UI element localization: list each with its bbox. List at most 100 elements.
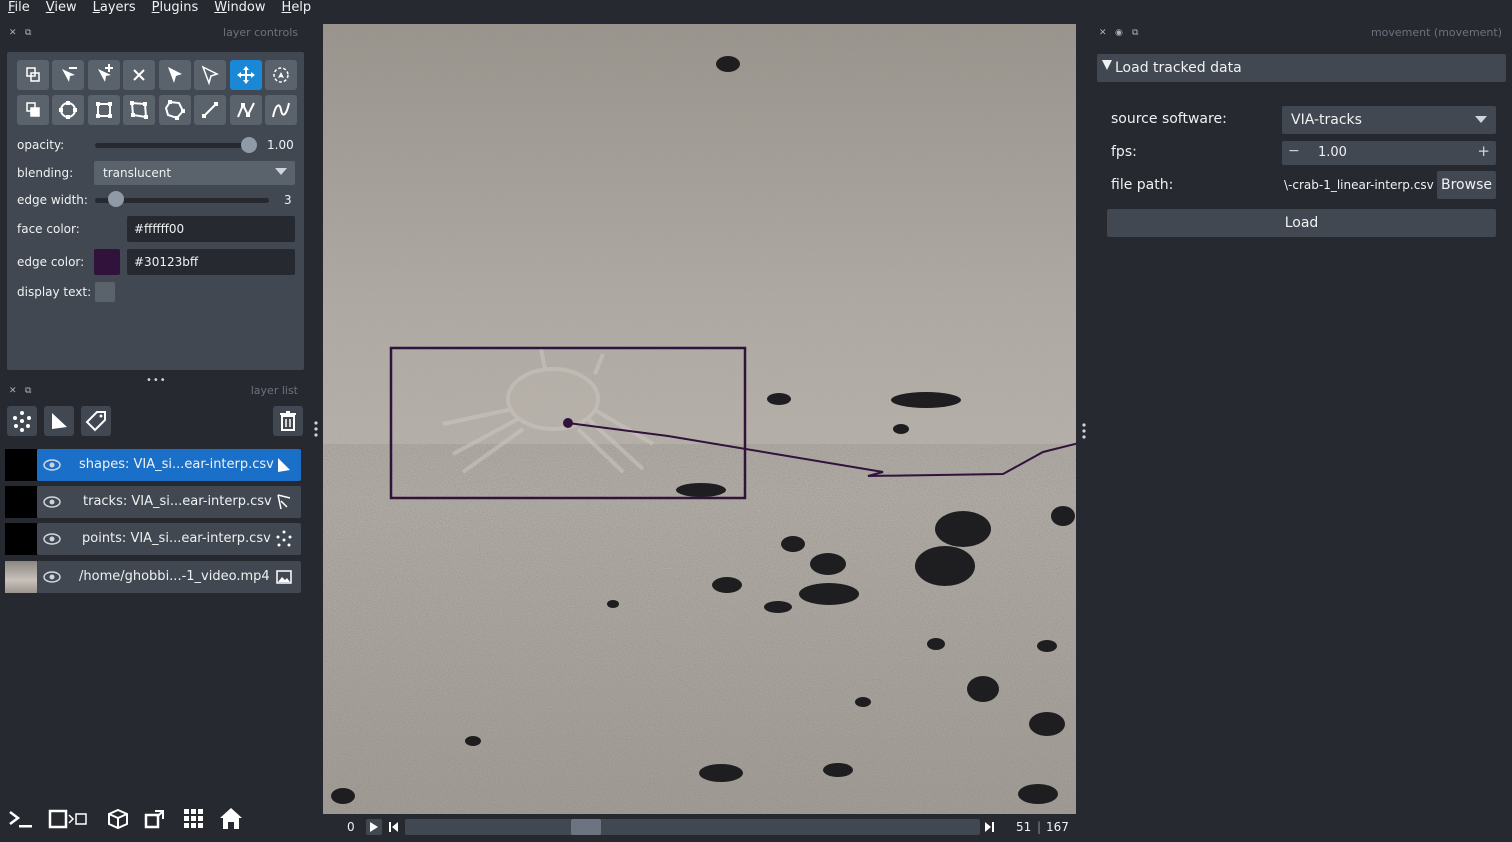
play-icon[interactable] — [366, 819, 382, 835]
dock-float-icon[interactable]: ⧉ — [25, 386, 31, 396]
decrement-icon[interactable]: − — [1288, 143, 1300, 159]
opacity-slider[interactable] — [95, 143, 255, 148]
delete-icon — [133, 69, 145, 81]
menu-layers[interactable]: Layers — [85, 0, 144, 18]
shapes-icon — [52, 413, 67, 429]
label-tag-icon — [85, 411, 106, 432]
load-button[interactable]: Load — [1107, 209, 1496, 237]
blending-dropdown[interactable]: translucent — [94, 161, 295, 185]
direct-select-tool[interactable] — [159, 60, 191, 90]
transpose-button[interactable] — [138, 802, 172, 836]
step-forward-icon[interactable] — [983, 819, 997, 835]
cube-icon — [108, 808, 128, 830]
add-rectangle-tool[interactable] — [88, 95, 120, 125]
browse-button[interactable]: Browse — [1437, 171, 1496, 199]
rectangle-icon — [96, 102, 112, 118]
edge-width-slider-handle[interactable] — [108, 191, 124, 207]
layer-row-tracks[interactable]: tracks: VIA_si...ear-interp.csv — [37, 486, 301, 518]
new-points-layer-button[interactable] — [7, 406, 37, 436]
dock-close-icon[interactable]: ✕ — [9, 28, 17, 38]
dock-hide-icon[interactable]: ◉ — [1115, 28, 1123, 38]
add-path-tool[interactable] — [230, 95, 262, 125]
dims-slider-bar: 0 51 | 167 — [323, 816, 1076, 838]
add-polyline-tool[interactable] — [265, 95, 297, 125]
menu-help[interactable]: Help — [274, 0, 320, 18]
dock-resize-handle[interactable] — [314, 421, 318, 437]
arrow-solid-icon — [168, 67, 182, 83]
load-tracked-data-section-header[interactable]: Load tracked data — [1097, 54, 1506, 82]
layer-name: /home/ghobbi...-1_video.mp4 — [79, 569, 270, 584]
fps-value: 1.00 — [1318, 145, 1347, 160]
home-icon — [220, 808, 242, 829]
collapse-triangle-icon — [1102, 60, 1112, 70]
console-button[interactable] — [4, 802, 38, 836]
layer-row-image[interactable]: /home/ghobbi...-1_video.mp4 — [37, 561, 301, 593]
frame-slider-track[interactable] — [405, 819, 980, 835]
layer-name: tracks: VIA_si...ear-interp.csv — [83, 494, 272, 509]
edge-color-label: edge color: — [17, 255, 85, 269]
menu-view[interactable]: View — [38, 0, 85, 18]
source-software-label: source software: — [1111, 111, 1227, 127]
square-2d-icon — [48, 809, 87, 829]
file-path-input[interactable]: \-crab-1_linear-interp.csv — [1282, 172, 1434, 198]
menu-file[interactable]: File — [0, 0, 38, 18]
reset-view-button[interactable] — [214, 802, 248, 836]
menu-plugins[interactable]: Plugins — [144, 0, 207, 18]
visibility-eye-icon[interactable] — [42, 568, 62, 586]
copy-shape-tool[interactable] — [17, 60, 49, 90]
grid-view-button[interactable] — [177, 802, 211, 836]
tracks-icon — [277, 494, 291, 510]
face-color-input[interactable]: #ffffff00 — [127, 216, 295, 242]
delete-layer-button[interactable] — [273, 406, 303, 436]
frame-slider-handle[interactable] — [571, 819, 602, 835]
path-icon — [237, 102, 255, 118]
visibility-eye-icon[interactable] — [42, 456, 62, 474]
dock-resize-handle[interactable] — [1082, 423, 1086, 439]
source-software-dropdown[interactable]: VIA-tracks — [1282, 106, 1496, 134]
layer-row-shapes[interactable]: shapes: VIA_si...ear-interp.csv — [37, 449, 301, 481]
delete-shape-tool[interactable] — [123, 60, 155, 90]
face-color-value: #ffffff00 — [134, 222, 185, 236]
increment-icon[interactable]: + — [1477, 142, 1490, 160]
fps-spinbox[interactable]: − 1.00 + — [1282, 141, 1496, 165]
edge-width-value: 3 — [284, 193, 292, 207]
transpose-icon — [144, 810, 164, 829]
remove-vertex-tool[interactable] — [52, 60, 84, 90]
viewer-canvas[interactable] — [323, 24, 1076, 814]
ellipse-icon — [59, 101, 77, 119]
pan-zoom-tool[interactable] — [230, 60, 262, 90]
opacity-slider-handle[interactable] — [241, 137, 257, 153]
dock-float-icon[interactable]: ⧉ — [25, 28, 31, 38]
blending-label: blending: — [17, 166, 74, 180]
new-shapes-layer-button[interactable] — [44, 406, 74, 436]
total-frames-value: 167 — [1046, 820, 1069, 834]
dock-close-icon[interactable]: ✕ — [1099, 28, 1107, 38]
dock-float-icon[interactable]: ⧉ — [1132, 28, 1138, 38]
visibility-eye-icon[interactable] — [42, 493, 62, 511]
select-tool[interactable] — [194, 60, 226, 90]
layer-name: points: VIA_si...ear-interp.csv — [82, 531, 271, 546]
visibility-eye-icon[interactable] — [42, 530, 62, 548]
move-back-tool[interactable] — [17, 95, 49, 125]
transform-tool[interactable] — [265, 60, 297, 90]
edge-color-input[interactable]: #30123bff — [127, 249, 295, 275]
dock-close-icon[interactable]: ✕ — [9, 386, 17, 396]
add-polygon-tool[interactable] — [123, 95, 155, 125]
add-ellipse-tool[interactable] — [52, 95, 84, 125]
display-text-checkbox[interactable] — [95, 282, 115, 302]
arrow-outline-icon — [201, 65, 219, 86]
vertex-remove-icon — [62, 67, 77, 82]
ndisplay-toggle-button[interactable] — [44, 802, 96, 836]
add-line-tool[interactable] — [194, 95, 226, 125]
roll-axes-button[interactable] — [101, 802, 135, 836]
tracked-point[interactable] — [563, 418, 573, 428]
step-back-icon[interactable] — [386, 819, 400, 835]
add-vertex-tool[interactable] — [88, 60, 120, 90]
points-icon — [276, 530, 292, 547]
edge-color-swatch[interactable] — [94, 249, 120, 275]
new-labels-layer-button[interactable] — [81, 406, 111, 436]
menu-window[interactable]: Window — [206, 0, 273, 18]
trash-icon — [280, 411, 296, 431]
add-polygon-lasso-tool[interactable] — [159, 95, 191, 125]
layer-row-points[interactable]: points: VIA_si...ear-interp.csv — [37, 523, 301, 555]
